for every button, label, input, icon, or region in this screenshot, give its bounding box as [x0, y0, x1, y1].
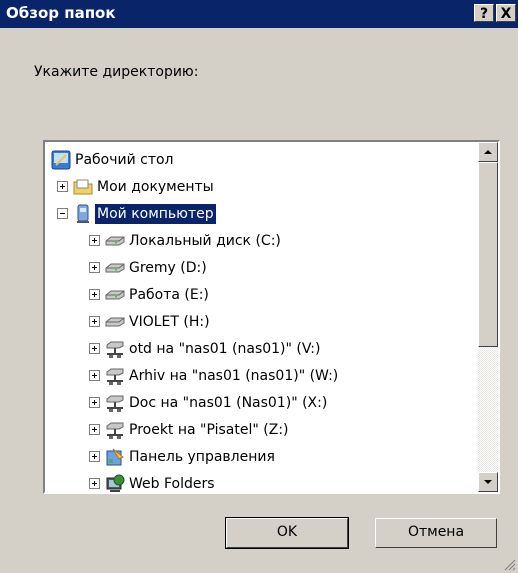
drive-icon — [105, 290, 125, 300]
expand-toggle[interactable] — [89, 316, 100, 327]
collapse-toggle[interactable] — [57, 208, 68, 219]
tree-item-drive-h[interactable]: VIOLET (H:) — [45, 310, 475, 334]
tree-item-label: Рабочий стол — [75, 152, 174, 168]
tree-item-my-computer[interactable]: Мой компьютер — [45, 202, 475, 226]
tree-item-desktop[interactable]: Рабочий стол — [45, 148, 475, 172]
tree-item-network-x[interactable]: Doc на "nas01 (Nas01)" (X:) — [45, 391, 475, 415]
ok-button[interactable]: OK — [225, 517, 349, 549]
network-drive-icon — [106, 422, 124, 439]
tree-item-web-folders[interactable]: Web Folders — [45, 472, 475, 492]
computer-icon — [77, 204, 89, 223]
scroll-thumb[interactable] — [478, 162, 498, 347]
cancel-button[interactable]: Отмена — [375, 518, 497, 548]
tree-item-drive-e[interactable]: Работа (E:) — [45, 283, 475, 307]
scroll-down-button[interactable] — [478, 472, 498, 492]
drive-icon — [105, 263, 125, 273]
tree-item-network-z[interactable]: Proekt на "Pisatel" (Z:) — [45, 418, 475, 442]
web-folders-icon — [106, 474, 125, 492]
arrow-up-icon — [484, 150, 492, 154]
tree-item-label: Мои документы — [97, 179, 214, 195]
network-drive-icon — [106, 395, 124, 412]
expand-toggle[interactable] — [89, 262, 100, 273]
tree-item-label: Мой компьютер — [95, 204, 216, 224]
arrow-down-icon — [484, 480, 492, 484]
expand-toggle[interactable] — [89, 397, 100, 408]
tree-item-label: Doc на "nas01 (Nas01)" (X:) — [129, 395, 328, 411]
expand-toggle[interactable] — [89, 451, 100, 462]
tree-item-network-v[interactable]: otd на "nas01 (nas01)" (V:) — [45, 337, 475, 361]
tree-item-control-panel[interactable]: Панель управления — [45, 445, 475, 469]
tree-item-label: otd на "nas01 (nas01)" (V:) — [129, 341, 321, 357]
tree-item-label: Proekt на "Pisatel" (Z:) — [129, 422, 289, 438]
tree-item-label: Gremy (D:) — [129, 260, 207, 276]
window-title: Обзор папок — [6, 4, 116, 22]
scroll-up-button[interactable] — [478, 142, 498, 162]
network-drive-icon — [106, 341, 124, 358]
resize-grip-icon[interactable] — [504, 559, 516, 571]
expand-toggle[interactable] — [57, 181, 68, 192]
desktop-icon — [51, 150, 71, 170]
expand-toggle[interactable] — [89, 424, 100, 435]
network-drive-icon — [106, 368, 124, 385]
tree-item-drive-d[interactable]: Gremy (D:) — [45, 256, 475, 280]
expand-toggle[interactable] — [89, 478, 100, 489]
tree-item-my-documents[interactable]: Мои документы — [45, 175, 475, 199]
drive-icon — [105, 236, 125, 246]
expand-toggle[interactable] — [89, 235, 100, 246]
tree-item-label: Web Folders — [129, 476, 215, 492]
tree-item-drive-c[interactable]: Локальный диск (C:) — [45, 229, 475, 253]
tree-item-label: Arhiv на "nas01 (nas01)" (W:) — [129, 368, 339, 384]
help-button[interactable]: ? — [474, 4, 494, 22]
close-button[interactable]: X — [496, 4, 516, 22]
tree-item-label: Панель управления — [129, 449, 275, 465]
expand-toggle[interactable] — [89, 343, 100, 354]
title-bar[interactable]: Обзор папок ? X — [0, 0, 518, 28]
expand-toggle[interactable] — [89, 370, 100, 381]
tree-item-label: Работа (E:) — [129, 287, 209, 303]
control-panel-icon — [106, 448, 124, 466]
prompt-label: Укажите директорию: — [34, 64, 199, 80]
tree-item-label: Локальный диск (C:) — [129, 233, 281, 249]
vertical-scrollbar[interactable] — [478, 142, 498, 492]
tree-item-label: VIOLET (H:) — [129, 314, 210, 330]
tree-item-network-w[interactable]: Arhiv на "nas01 (nas01)" (W:) — [45, 364, 475, 388]
drive-icon — [105, 317, 125, 327]
expand-toggle[interactable] — [89, 289, 100, 300]
folder-icon — [73, 179, 93, 195]
folder-tree[interactable]: Рабочий стол Мои документы Мой компьютер — [43, 140, 500, 494]
